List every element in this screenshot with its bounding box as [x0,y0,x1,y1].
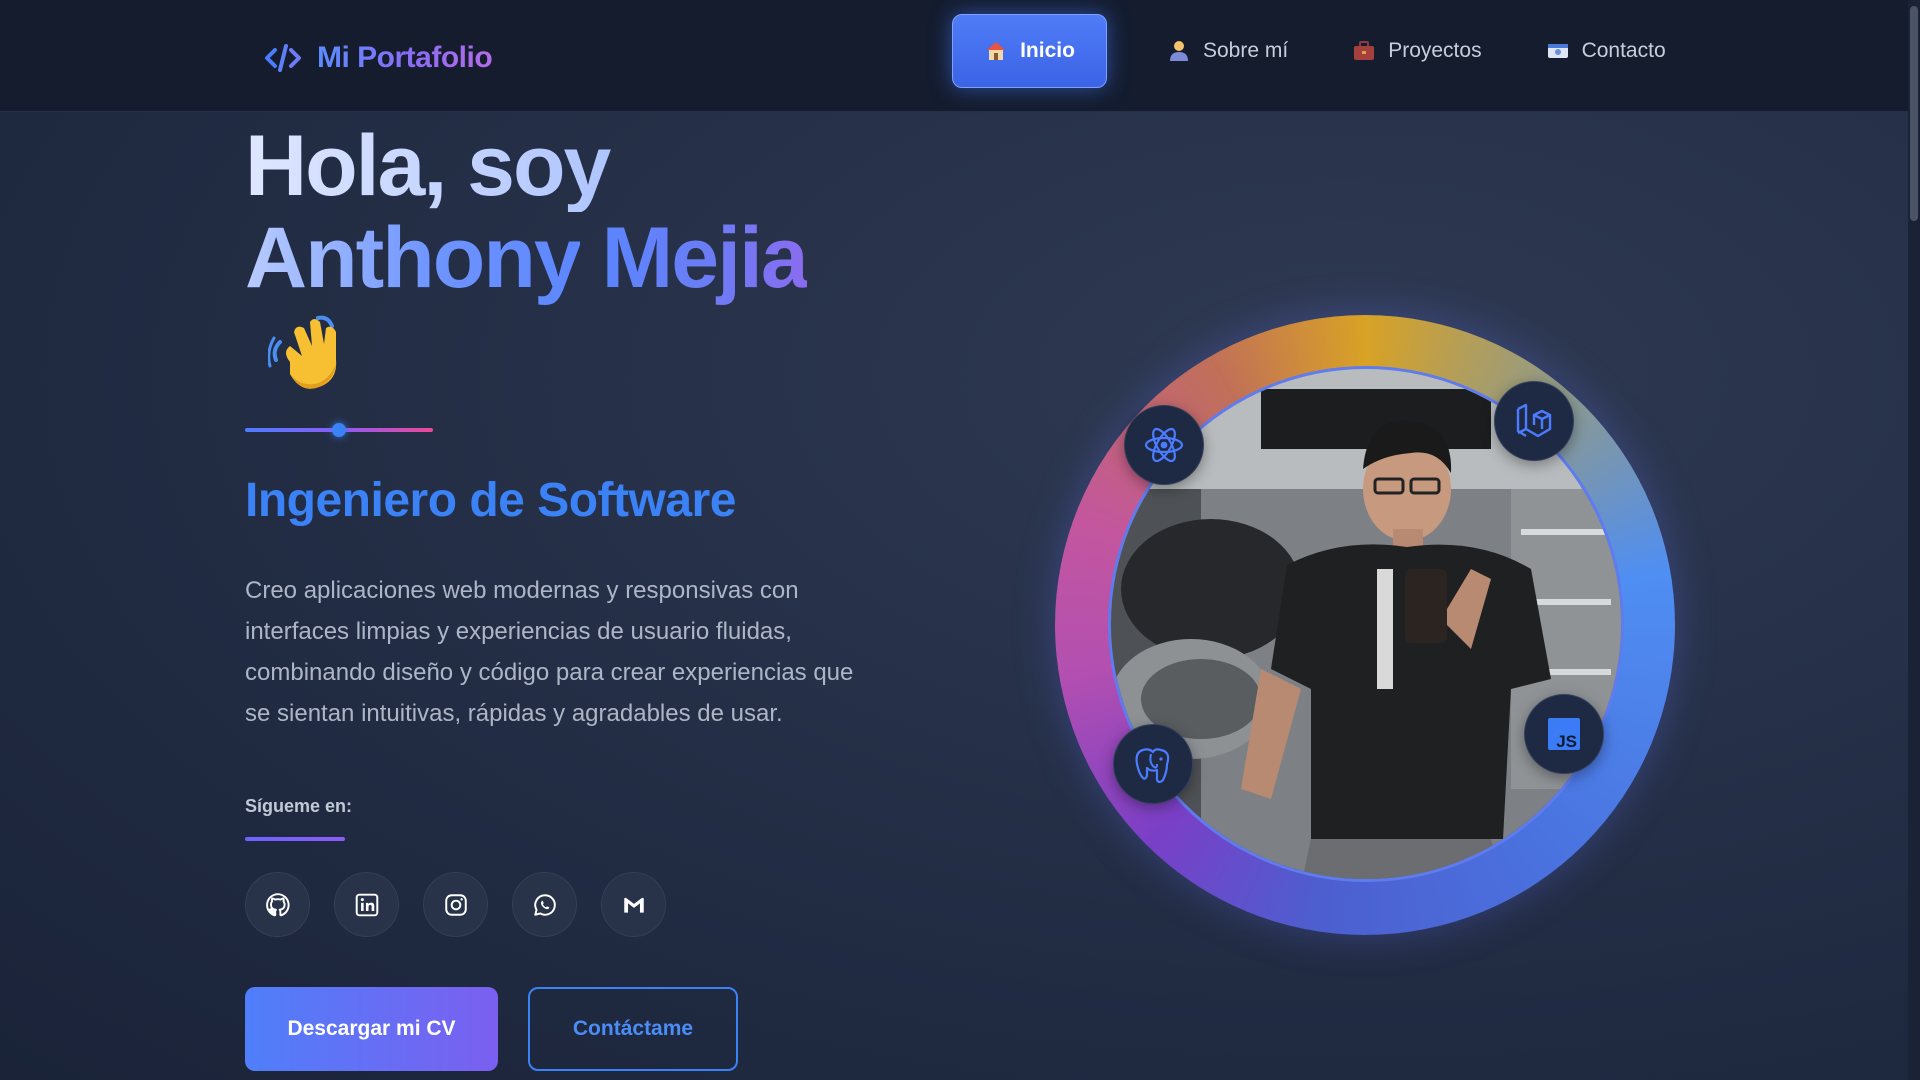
scrollbar-thumb[interactable] [1910,6,1918,221]
hero-last-name: Mejia [601,210,809,306]
briefcase-icon [1354,41,1375,60]
hero-greeting: Hola, soy [245,120,965,212]
github-link[interactable] [245,872,310,937]
hero-accent-dot [332,423,346,437]
hero-first-name: Anthony [245,210,582,306]
laravel-icon [1516,403,1552,438]
social-heading-underline [245,837,345,841]
javascript-icon: JS [1548,718,1580,751]
javascript-badge: JS [1524,694,1604,774]
linkedin-link[interactable] [334,872,399,937]
hero-role: Ingeniero de Software [245,474,736,527]
postgresql-icon [1135,748,1170,784]
github-icon [265,892,290,916]
nav-proyectos-label: Proyectos [1388,39,1482,62]
main-nav: Inicio Sobre mí Proyectos Contacto [952,14,1704,88]
top-nav-bar: Mi Portafolio Inicio Sobre mí Proyectos … [0,0,1908,112]
page-scrollbar[interactable] [1908,0,1920,1080]
download-cv-button[interactable]: Descargar mi CV [245,987,498,1071]
nav-contacto[interactable]: Contacto [1520,14,1692,88]
id-card-icon [1547,44,1568,58]
logo-text: Mi Portafolio [317,41,493,74]
nav-inicio-label: Inicio [1020,39,1075,62]
person-icon [1170,41,1188,61]
whatsapp-link[interactable] [512,872,577,937]
hero-title: Hola, soy Anthony Mejia [245,120,965,304]
nav-contacto-label: Contacto [1581,39,1666,62]
linkedin-icon [355,893,378,916]
social-heading: Sígueme en: [245,796,353,816]
nav-sobre-mi[interactable]: Sobre mí [1141,14,1314,88]
contact-button[interactable]: Contáctame [528,987,738,1071]
postgresql-badge [1113,724,1193,804]
laravel-badge [1494,381,1574,461]
instagram-icon [444,893,467,916]
hero-description: Creo aplicaciones web modernas y respons… [245,577,854,727]
waving-hand-icon [268,315,337,389]
react-icon [1144,427,1184,463]
social-links [245,872,666,937]
instagram-link[interactable] [423,872,488,937]
react-badge [1124,405,1204,485]
nav-proyectos[interactable]: Proyectos [1326,14,1507,88]
nav-inicio[interactable]: Inicio [952,14,1107,88]
nav-sobre-mi-label: Sobre mí [1203,39,1289,62]
house-icon [987,42,1006,60]
javascript-badge-text: JS [1556,732,1577,751]
whatsapp-icon [533,893,556,916]
gmail-link[interactable] [601,872,666,937]
code-brackets-icon [265,44,301,72]
logo[interactable]: Mi Portafolio [263,38,493,78]
gmail-icon [623,897,644,913]
